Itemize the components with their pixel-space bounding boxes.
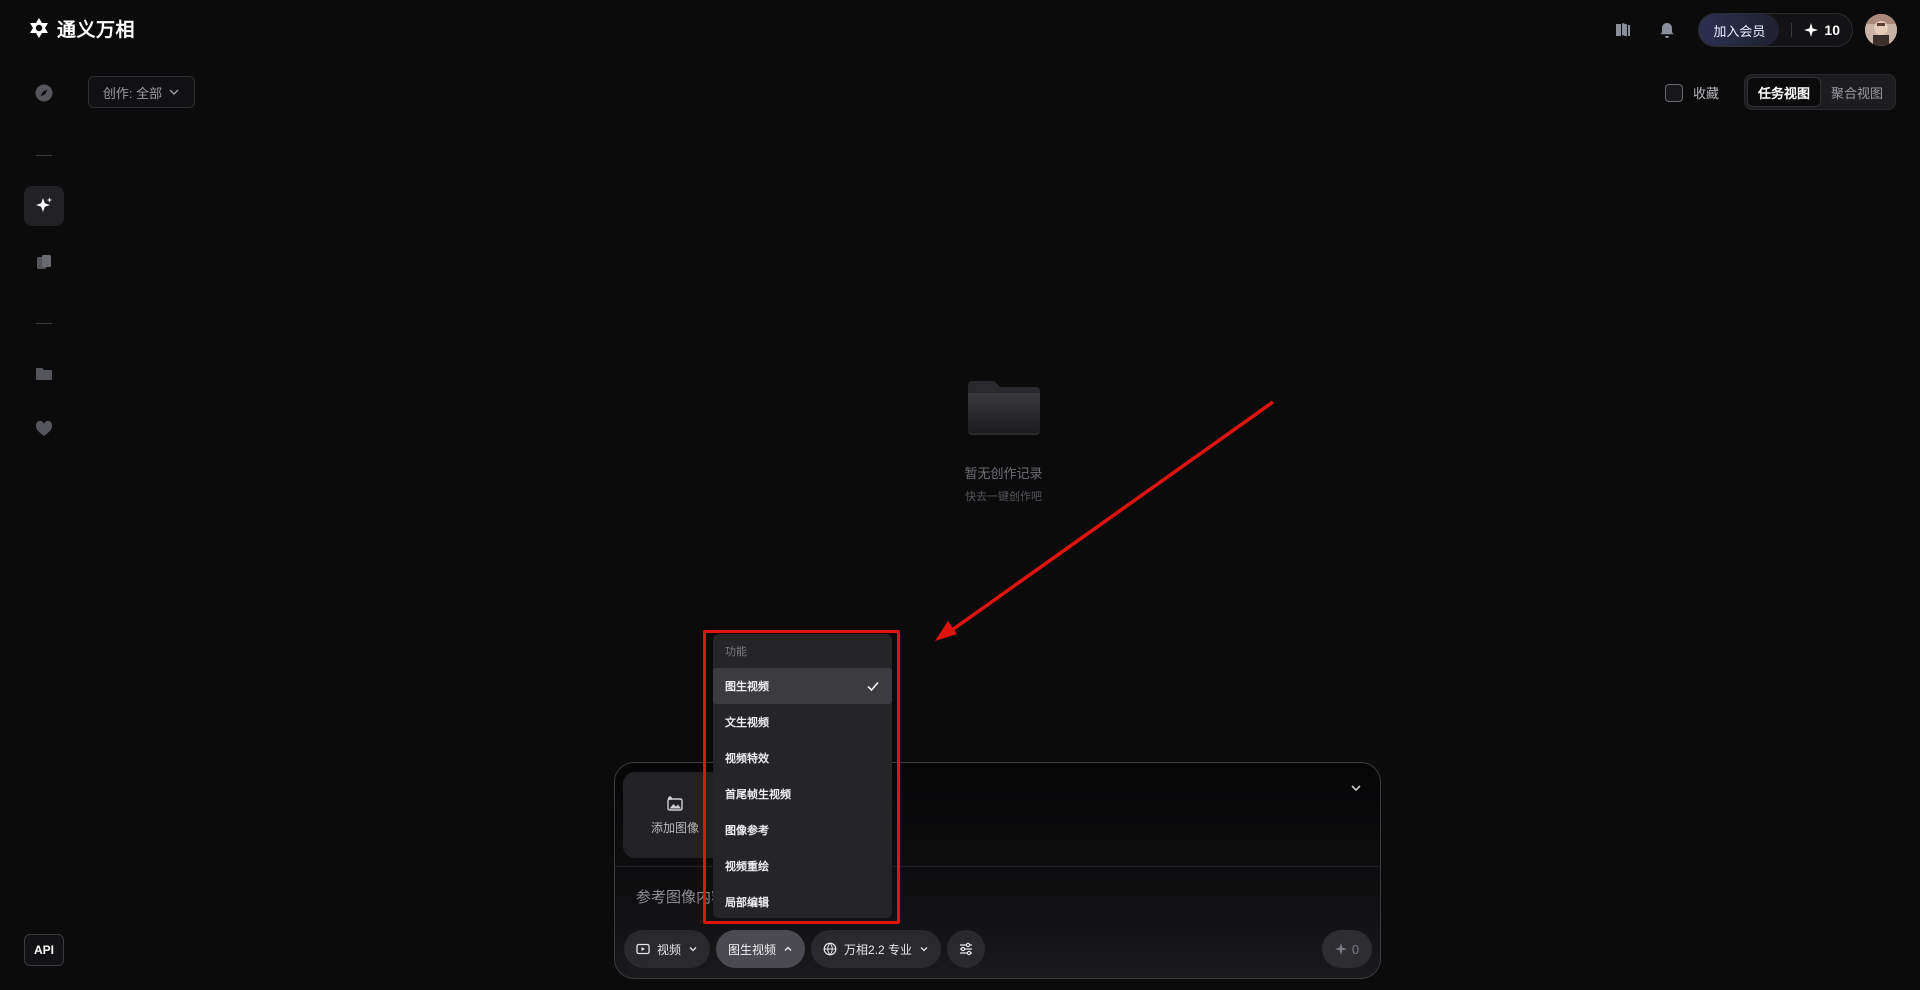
check-icon — [867, 682, 879, 692]
dropdown-section-title: 功能 — [725, 646, 747, 658]
menu-item-local-edit[interactable]: 局部编辑 — [713, 884, 892, 920]
app-title: 通义万相 — [57, 19, 136, 41]
collapse-chevron-icon[interactable] — [1348, 780, 1364, 796]
sidebar-item-create[interactable] — [24, 186, 64, 226]
credits-balance[interactable]: 10 — [1804, 22, 1840, 38]
avatar[interactable] — [1865, 14, 1897, 46]
add-image-label: 添加图像 — [650, 820, 699, 835]
menu-item-label: 局部编辑 — [725, 897, 769, 909]
filter-label: 创作: 全部 — [102, 85, 163, 101]
empty-subtitle: 快去一键创作吧 — [965, 491, 1042, 503]
pill-divider — [1791, 23, 1793, 37]
menu-item-label: 视频重绘 — [725, 861, 769, 873]
add-image-icon — [667, 795, 683, 811]
compass-icon — [35, 84, 53, 102]
globe-icon — [823, 942, 837, 956]
empty-state: 暂无创作记录 快去一键创作吧 — [900, 375, 1107, 504]
member-pill: 加入会员 10 — [1698, 13, 1853, 47]
video-icon — [636, 943, 650, 955]
add-image-button[interactable]: 添加图像 — [623, 772, 727, 858]
function-dropdown-menu: 功能 图生视频 文生视频 视频特效 首尾帧生视频 图像参考 视频重绘 局部编辑 — [713, 634, 892, 918]
sparkle-icon — [1804, 23, 1819, 37]
view-toggle: 任务视图 聚合视图 — [1744, 74, 1896, 110]
menu-item-label: 图生视频 — [725, 681, 769, 693]
menu-item-video-effects[interactable]: 视频特效 — [713, 740, 892, 776]
media-type-label: 视频 — [657, 942, 682, 957]
chevron-up-icon — [784, 946, 792, 951]
tab-aggregate-view[interactable]: 聚合视图 — [1821, 77, 1893, 107]
sparkle-icon — [36, 197, 52, 212]
folder-icon — [36, 368, 52, 380]
heart-icon — [35, 420, 53, 436]
model-select[interactable]: 万相2.2 专业 — [811, 930, 942, 968]
generate-cost: 0 — [1351, 941, 1360, 957]
menu-item-image-to-video[interactable]: 图生视频 — [713, 668, 892, 704]
menu-item-label: 文生视频 — [725, 717, 769, 729]
sidebar-item-explore[interactable] — [24, 73, 64, 113]
sliders-icon — [960, 942, 973, 956]
sidebar-item-favorites[interactable] — [24, 409, 64, 449]
settings-button[interactable] — [947, 930, 986, 968]
function-select[interactable]: 图生视频 — [716, 930, 806, 968]
app-logo[interactable]: 通义万相 — [27, 14, 135, 42]
creation-filter-dropdown[interactable]: 创作: 全部 — [88, 76, 195, 108]
menu-item-first-last-frame[interactable]: 首尾帧生视频 — [713, 776, 892, 812]
empty-folder-icon — [967, 381, 1040, 435]
tab-task-view[interactable]: 任务视图 — [1747, 77, 1821, 107]
menu-item-label: 首尾帧生视频 — [725, 789, 791, 801]
sidebar-divider — [24, 154, 64, 156]
header-actions: 加入会员 10 — [1606, 13, 1897, 47]
sidebar-item-folder[interactable] — [24, 354, 64, 394]
menu-item-label: 视频特效 — [725, 753, 769, 765]
media-type-select[interactable]: 视频 — [624, 930, 711, 968]
menu-item-video-redraw[interactable]: 视频重绘 — [713, 848, 892, 884]
api-button[interactable]: API — [24, 934, 64, 966]
favorites-filter[interactable]: 收藏 — [1665, 83, 1719, 102]
logo-icon — [30, 18, 48, 38]
favorites-label: 收藏 — [1693, 86, 1720, 101]
docs-icon[interactable] — [1606, 13, 1640, 47]
generate-button[interactable]: 0 — [1322, 930, 1372, 968]
menu-item-image-reference[interactable]: 图像参考 — [713, 812, 892, 848]
menu-item-text-to-video[interactable]: 文生视频 — [713, 704, 892, 740]
menu-item-label: 图像参考 — [725, 825, 769, 837]
sidebar-item-gallery[interactable] — [24, 242, 64, 282]
join-member-button[interactable]: 加入会员 — [1699, 14, 1780, 46]
favorites-checkbox[interactable] — [1665, 83, 1683, 102]
stack-icon — [37, 255, 51, 269]
composer-toolbar: 视频 图生视频 万相2.2 专业 — [624, 930, 986, 968]
chevron-down-icon — [689, 947, 697, 952]
empty-title: 暂无创作记录 — [964, 466, 1043, 481]
sparkle-icon — [1334, 943, 1347, 955]
credits-count: 10 — [1824, 22, 1840, 38]
function-label: 图生视频 — [728, 942, 777, 957]
bell-icon[interactable] — [1650, 13, 1684, 47]
chevron-down-icon — [920, 947, 928, 952]
model-label: 万相2.2 专业 — [844, 942, 913, 957]
chevron-down-icon — [169, 89, 179, 95]
sidebar-divider — [24, 322, 64, 324]
